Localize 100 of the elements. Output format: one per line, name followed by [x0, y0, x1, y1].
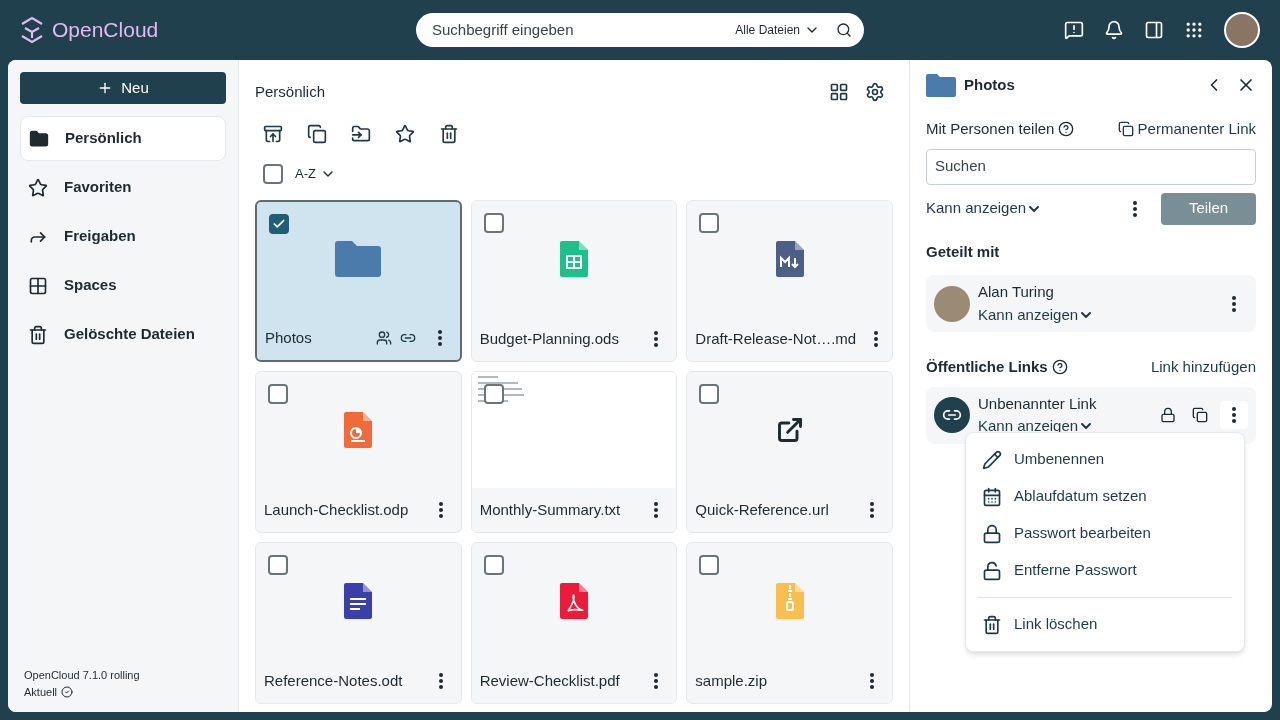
help-icon[interactable] — [1058, 121, 1075, 138]
file-card[interactable]: sample.zip — [686, 542, 893, 704]
kebab-icon[interactable] — [1232, 295, 1236, 312]
copy-icon[interactable] — [1192, 407, 1208, 423]
kebab-icon — [1232, 407, 1236, 423]
search-placeholder: Suchbegriff eingeben — [432, 19, 575, 40]
checkbox[interactable] — [699, 384, 720, 404]
checkbox[interactable] — [268, 384, 288, 404]
apps-icon[interactable] — [1184, 20, 1204, 40]
file-card[interactable]: Monthly-Summary.txt — [470, 371, 678, 533]
pdf-icon — [560, 583, 588, 619]
role-dropdown[interactable]: Kann anzeigen — [978, 415, 1152, 438]
star-icon — [28, 177, 48, 198]
file-card[interactable]: Draft-Release-Not….md — [686, 200, 893, 362]
new-button[interactable]: Neu — [20, 72, 226, 104]
star-icon[interactable] — [395, 124, 415, 144]
unlock-icon — [982, 560, 1002, 581]
lock-icon — [982, 523, 1002, 544]
side-panel-icon[interactable] — [1144, 20, 1164, 40]
settings-icon[interactable] — [865, 82, 885, 102]
checkbox[interactable] — [263, 164, 283, 184]
logo-text: OpenCloud — [52, 17, 159, 44]
file-card[interactable]: Launch-Checklist.odp — [255, 371, 462, 533]
panel-title: Photos — [964, 74, 1016, 95]
sidebar-item[interactable]: Spaces — [20, 263, 226, 308]
menu-item[interactable]: Link löschen — [974, 606, 1236, 643]
user-avatar[interactable] — [1224, 12, 1260, 48]
menu-item[interactable]: Umbenennen — [974, 441, 1236, 478]
section-heading: Öffentliche Links — [926, 357, 1048, 377]
checkbox[interactable] — [699, 213, 720, 233]
copy-icon — [1117, 121, 1134, 138]
file-card[interactable]: Reference-Notes.odt — [255, 542, 462, 704]
user-name: Alan Turing — [978, 282, 1055, 302]
file-name: Budget-Planning.ods — [479, 328, 620, 349]
menu-item[interactable]: Ablaufdatum setzen — [974, 478, 1236, 515]
search-field[interactable]: Suchen — [926, 148, 1256, 185]
grid-view-icon[interactable] — [829, 82, 849, 102]
search-field[interactable]: Suchbegriff eingeben Alle Dateien — [416, 13, 864, 47]
bell-icon[interactable] — [1104, 20, 1124, 40]
sidebar-item[interactable]: Gelöschte Dateien — [20, 312, 226, 357]
kebab-icon[interactable] — [1133, 200, 1137, 217]
trash-icon[interactable] — [439, 124, 459, 144]
markdown-icon — [775, 241, 804, 277]
search-icon[interactable] — [836, 22, 852, 38]
checkbox[interactable] — [269, 214, 289, 234]
sidebar-item[interactable]: Freigaben — [20, 214, 226, 259]
file-name: Monthly-Summary.txt — [479, 499, 622, 520]
presentation-icon — [344, 412, 373, 448]
status-text: Aktuell — [24, 684, 58, 700]
section-heading: Geteilt mit — [926, 241, 1001, 262]
breadcrumb[interactable]: Persönlich — [255, 80, 829, 104]
add-link-link[interactable]: Link hinzufügen — [1150, 356, 1256, 379]
pencil-icon — [982, 449, 1002, 470]
version-text: OpenCloud 7.1.0 rolling — [23, 668, 141, 683]
feedback-icon[interactable] — [1064, 20, 1084, 40]
document-icon — [344, 583, 373, 619]
checkbox[interactable] — [483, 213, 504, 233]
grid-icon — [28, 275, 48, 296]
archive-icon — [775, 583, 804, 619]
permalink-link[interactable]: Permanenter Link — [1117, 118, 1256, 141]
move-icon[interactable] — [351, 124, 371, 144]
file-name: Reference-Notes.odt — [264, 670, 404, 691]
file-name: Photos — [265, 327, 313, 348]
file-name: sample.zip — [695, 670, 769, 691]
share-label: Mit Personen teilen — [926, 119, 1055, 139]
folder-icon — [29, 128, 49, 149]
kebab-icon — [438, 673, 443, 689]
file-card[interactable]: Review-Checklist.pdf — [470, 542, 678, 704]
kebab-icon — [870, 502, 874, 518]
role-dropdown[interactable]: Kann anzeigen — [978, 303, 1224, 326]
spreadsheet-icon — [560, 241, 588, 277]
file-card[interactable]: Quick-Reference.url — [686, 371, 893, 533]
checkbox[interactable] — [268, 555, 288, 575]
file-name: Quick-Reference.url — [695, 499, 830, 520]
checkbox[interactable] — [483, 384, 504, 404]
checkbox[interactable] — [699, 555, 720, 575]
sort-dropdown[interactable]: A-Z — [295, 164, 336, 184]
folder-icon — [335, 241, 382, 277]
help-icon[interactable] — [1051, 359, 1068, 376]
file-card[interactable]: Photos — [255, 200, 462, 362]
checkbox[interactable] — [483, 555, 504, 575]
sidebar-item[interactable]: Persönlich — [20, 116, 226, 161]
sidebar-item[interactable]: Favoriten — [20, 165, 226, 210]
kebab-icon — [874, 331, 879, 347]
file-card[interactable]: Budget-Planning.ods — [470, 200, 678, 362]
folder-icon — [926, 73, 956, 97]
kebab-icon — [654, 331, 659, 347]
external-link-icon — [775, 416, 804, 444]
scope-dropdown[interactable]: Alle Dateien — [735, 21, 820, 39]
role-dropdown[interactable]: Kann anzeigen — [926, 197, 1043, 220]
more-button[interactable] — [1220, 401, 1248, 429]
lock-icon[interactable] — [1160, 407, 1176, 423]
file-name: Launch-Checklist.odp — [264, 499, 410, 520]
menu-item[interactable]: Entferne Passwort — [974, 552, 1236, 589]
menu-item[interactable]: Passwort bearbeiten — [974, 515, 1236, 552]
user-avatar — [934, 285, 970, 322]
kebab-icon — [654, 673, 659, 689]
copy-icon[interactable] — [307, 124, 327, 144]
logo-icon — [20, 16, 44, 44]
file-name: Draft-Release-Not….md — [695, 328, 857, 349]
